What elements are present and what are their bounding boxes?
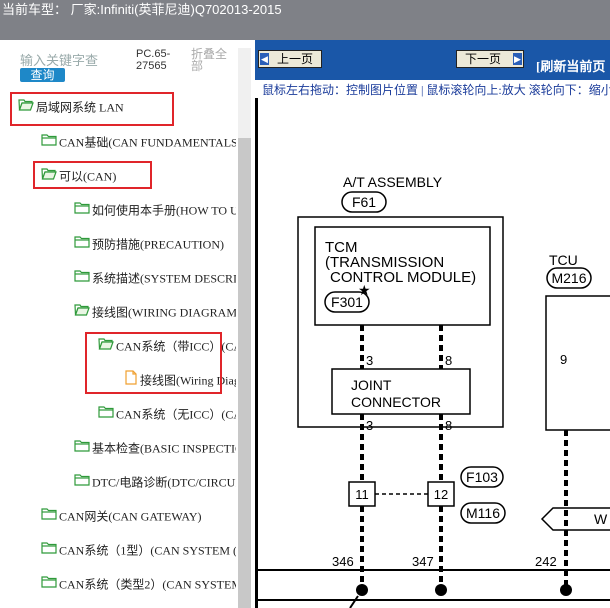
pc-code-label: PC.65-27565 xyxy=(136,48,171,72)
search-button[interactable]: 查询 xyxy=(20,68,65,82)
tree-item-precaution[interactable]: 预防措施(PRECAUTION) xyxy=(74,233,236,253)
tree-item-label: CAN系统（类型2）(CAN SYSTEM (TYPE 2)) xyxy=(59,577,236,592)
top-bar: 当前车型： 厂家:Infiniti(英菲尼迪)Q702013-2015 xyxy=(0,0,610,40)
tree-item-can-system-without-icc[interactable]: CAN系统（无ICC）(CAN SYSTEM) xyxy=(98,403,236,423)
folder-icon xyxy=(41,574,57,593)
highlight-box-wiring xyxy=(85,332,222,394)
tree-item-wiring-diagram[interactable]: 接线图(WIRING DIAGRAM) xyxy=(74,301,236,321)
highlight-box-can xyxy=(33,161,152,189)
tree-item-label: CAN系统（无ICC）(CAN SYSTEM) xyxy=(116,407,236,422)
tree-item-label: 接线图(WIRING DIAGRAM) xyxy=(92,305,236,320)
tree-item-can-gateway[interactable]: CAN网关(CAN GATEWAY) xyxy=(41,505,236,525)
tree-item-label: CAN系统（1型）(CAN SYSTEM (TYPE 1)) xyxy=(59,543,236,558)
highlight-box-lan xyxy=(10,92,174,126)
folder-icon xyxy=(98,404,114,423)
tree-item-dtc-circuit-diagnosis[interactable]: DTC/电路诊断(DTC/CIRCUIT DIAGNOSIS) xyxy=(74,471,236,491)
tree-item-label: CAN网关(CAN GATEWAY) xyxy=(59,509,202,524)
tree-item-label: DTC/电路诊断(DTC/CIRCUIT DIAGNOSIS) xyxy=(92,475,236,490)
tree-item-system-description[interactable]: 系统描述(SYSTEM DESCRIPTION) xyxy=(74,267,236,287)
document-viewer xyxy=(255,40,610,608)
tree-item-can-fundamentals[interactable]: CAN基础(CAN FUNDAMENTALS) xyxy=(41,131,236,151)
folder-icon xyxy=(74,268,90,287)
folder-icon xyxy=(74,200,90,219)
tree-item-basic-inspection[interactable]: 基本检查(BASIC INSPECTION) xyxy=(74,437,236,457)
folder-open-icon xyxy=(74,302,90,321)
folder-icon xyxy=(41,506,57,525)
diagram-left-border xyxy=(255,98,258,608)
tree-scrollbar-thumb[interactable] xyxy=(238,138,251,608)
folder-icon xyxy=(41,540,57,559)
refresh-page-link[interactable]: [刷新当前页 xyxy=(536,56,605,75)
prev-page-label: 上一页 xyxy=(277,52,314,66)
prev-page-button[interactable]: ◀ 上一页 xyxy=(258,50,322,68)
arrow-right-icon: ▶ xyxy=(513,53,522,65)
tree-item-label: 基本检查(BASIC INSPECTION) xyxy=(92,441,236,456)
folder-icon xyxy=(74,438,90,457)
arrow-left-icon: ◀ xyxy=(260,53,269,65)
tree-item-label: CAN基础(CAN FUNDAMENTALS) xyxy=(59,135,236,150)
folder-icon xyxy=(74,472,90,491)
current-vehicle-title: 当前车型： 厂家:Infiniti(英菲尼迪)Q702013-2015 xyxy=(2,2,282,17)
folder-icon xyxy=(41,132,57,151)
tree-item-label: 如何使用本手册(HOW TO USE THIS MANUAL) xyxy=(92,203,236,218)
next-page-button[interactable]: 下一页 ▶ xyxy=(456,50,524,68)
tree-item-label: 预防措施(PRECAUTION) xyxy=(92,237,224,252)
tree-item-can-system-type-2[interactable]: CAN系统（类型2）(CAN SYSTEM (TYPE 2)) xyxy=(41,573,236,593)
folder-icon xyxy=(74,234,90,253)
next-page-label: 下一页 xyxy=(465,52,502,66)
tree-item-how-to-use[interactable]: 如何使用本手册(HOW TO USE THIS MANUAL) xyxy=(74,199,236,219)
search-input[interactable] xyxy=(20,52,128,68)
tree-item-label: 系统描述(SYSTEM DESCRIPTION) xyxy=(92,271,236,286)
collapse-all-button[interactable]: 折叠全部 xyxy=(191,48,231,72)
mouse-hint-text: 鼠标左右拖动：控制图片位置 | 鼠标滚轮向上:放大 滚轮向下：缩小 xyxy=(262,83,610,97)
tree-item-can-system-type-1[interactable]: CAN系统（1型）(CAN SYSTEM (TYPE 1)) xyxy=(41,539,236,559)
